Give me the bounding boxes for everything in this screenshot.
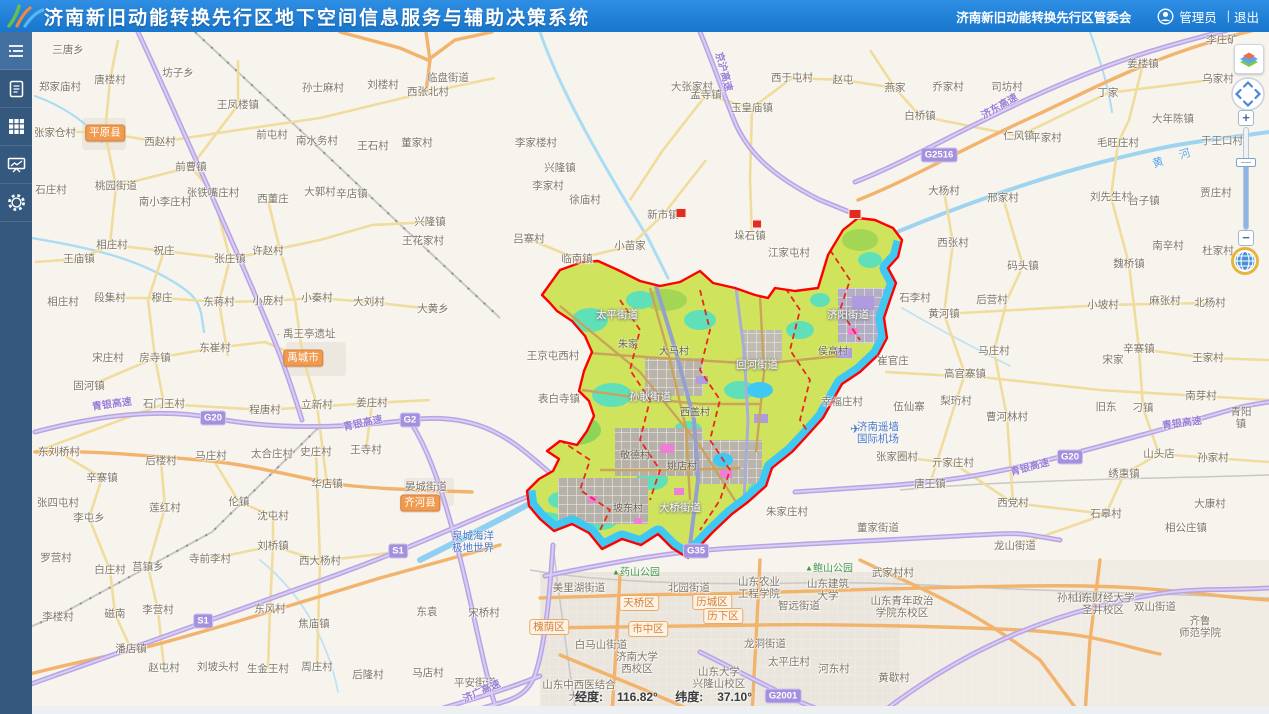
longitude-label: 经度: (575, 690, 603, 704)
latitude-label: 纬度: (675, 690, 703, 704)
sidebar-item-catalog[interactable] (0, 32, 32, 70)
zoom-slider-fill (1244, 163, 1248, 229)
coordinate-statusbar: 经度: 116.82° 纬度: 37.10° (575, 688, 766, 705)
latitude-value: 37.10° (717, 690, 752, 704)
app-logo-icon (4, 2, 44, 30)
page-title: 济南新旧动能转换先行区地下空间信息服务与辅助决策系统 (44, 3, 590, 30)
org-label: 济南新旧动能转换先行区管委会 (956, 7, 1131, 26)
basemap-switcher-button[interactable] (1234, 44, 1264, 74)
sidebar-item-report[interactable] (0, 70, 32, 108)
sidebar-item-analysis[interactable] (0, 146, 32, 184)
menu-tree-icon (7, 42, 25, 60)
bottom-strip (32, 706, 1269, 714)
report-document-icon (8, 80, 25, 98)
logout-button[interactable]: 退出 (1234, 7, 1259, 26)
basemap-layers-icon (1238, 48, 1260, 70)
sidebar (0, 32, 32, 714)
basemap-graphics (32, 32, 1269, 714)
pan-compass-control[interactable] (1230, 76, 1266, 112)
sidebar-item-settings[interactable] (0, 184, 32, 222)
user-avatar-icon (1157, 8, 1174, 25)
header-bar: 济南新旧动能转换先行区地下空间信息服务与辅助决策系统 济南新旧动能转换先行区管委… (0, 0, 1269, 32)
sidebar-item-table[interactable] (0, 108, 32, 146)
app-window: 济南新旧动能转换先行区地下空间信息服务与辅助决策系统 济南新旧动能转换先行区管委… (0, 0, 1269, 714)
settings-gear-icon (7, 193, 26, 212)
zoom-slider-handle[interactable] (1236, 158, 1256, 167)
map-canvas[interactable]: 三唐乡郑家庙村唐楼村坊子乡孙士麻村刘楼村西张北村王凤楼镇临盘街道张家仓村西赵村前… (32, 32, 1269, 714)
globe-reset-button[interactable] (1231, 247, 1259, 275)
chart-board-icon (7, 156, 26, 174)
zoom-slider-track[interactable] (1243, 127, 1249, 230)
zoom-out-button[interactable]: − (1238, 230, 1254, 246)
zoom-in-button[interactable]: + (1238, 110, 1254, 126)
longitude-value: 116.82° (617, 690, 658, 704)
username-label[interactable]: 管理员 (1179, 7, 1217, 26)
grid-table-icon (8, 118, 25, 135)
logout-divider: | (1227, 9, 1230, 23)
